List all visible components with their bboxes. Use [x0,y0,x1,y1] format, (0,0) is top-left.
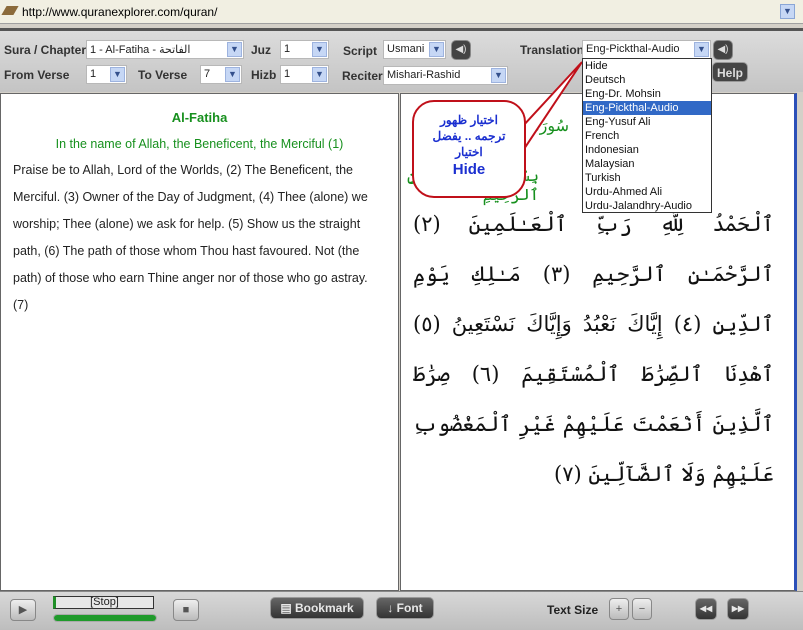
callout-hide: Hide [452,161,486,178]
arabic-text: ٱلْحَمْدُ لِلَّهِ رَبِّ ٱلْعَـٰلَمِينَ (… [413,212,774,486]
hizb-select[interactable]: 1 ▼ [280,65,329,84]
translation-label: Translation [520,43,585,57]
address-bar[interactable]: http://www.quranexplorer.com/quran/ ▼ [0,0,803,24]
menu-item[interactable]: Eng-Dr. Mohsin [583,87,711,101]
playback-status: [Stop] [53,596,154,609]
text-size-label: Text Size [547,603,599,617]
stop-icon[interactable]: ■ [173,599,199,621]
script-select[interactable]: Usmani ▼ [383,40,446,59]
address-dropdown-button[interactable]: ▼ [780,4,795,19]
translation-dropdown-menu[interactable]: Hide Deutsch Eng-Dr. Mohsin Eng-Pickthal-Au… [582,58,712,213]
reciter-value: Mishari-Rashid [387,69,461,81]
from-verse-value: 1 [90,68,97,80]
to-verse-value: 7 [204,68,211,80]
hizb-value: 1 [284,68,291,80]
play-icon[interactable]: ▶ [10,599,36,621]
menu-item[interactable]: French [583,129,711,143]
download-arrow-icon: ↓ [387,601,397,615]
speaker-icon[interactable]: ◀) [451,40,471,60]
progress-slider[interactable] [53,614,157,622]
bookmark-icon: ▤ [280,601,295,615]
menu-item[interactable]: Indonesian [583,143,711,157]
menu-item[interactable]: Eng-Yusuf Ali [583,115,711,129]
hizb-label: Hizb [251,68,277,82]
menu-item[interactable]: Deutsch [583,73,711,87]
font-label: Font [396,601,423,615]
menu-item[interactable]: Urdu-Ahmed Ali [583,185,711,199]
bookmark-button[interactable]: ▤ Bookmark [270,597,364,619]
juz-select[interactable]: 1 ▼ [280,40,329,59]
sura-select[interactable]: 1 - Al-Fatiha - الفاتحة ▼ [86,40,244,59]
chevron-down-icon[interactable]: ▼ [312,67,327,82]
menu-item[interactable]: Malaysian [583,157,711,171]
bismillah-translation: In the name of Allah, the Beneficent, th… [55,137,344,151]
juz-label: Juz [251,43,272,57]
chevron-down-icon[interactable]: ▼ [110,67,125,82]
from-verse-label: From Verse [4,68,70,82]
sura-label: Sura / Chapter [4,43,87,57]
menu-item[interactable]: Urdu-Jalandhry-Audio [583,199,711,213]
previous-icon[interactable]: ◀◀ [695,598,717,620]
translation-value: Eng-Pickthal-Audio [586,43,680,55]
menu-item[interactable]: Eng-Pickthal-Audio [583,101,711,115]
callout-line: ترجمه .. يفضل [432,129,506,143]
player-bar: ▶ [Stop] ■ ▤ Bookmark ↓ Font Text Size +… [0,591,803,630]
script-value: Usmani [387,43,425,55]
next-icon[interactable]: ▶▶ [727,598,749,620]
reciter-label: Reciter [342,69,383,83]
menu-item[interactable]: Hide [583,59,711,73]
help-button[interactable]: Help [712,62,748,82]
callout-line: اختيار ظهور [440,113,498,127]
to-verse-label: To Verse [138,68,188,82]
chevron-down-icon[interactable]: ▼ [227,42,242,57]
script-label: Script [343,44,378,58]
sura-title: Al-Fatiha [171,110,228,125]
chevron-down-icon[interactable]: ▼ [429,42,444,57]
chevron-down-icon[interactable]: ▼ [225,67,240,82]
reciter-select[interactable]: Mishari-Rashid ▼ [383,66,508,85]
juz-value: 1 [284,43,291,55]
callout-line: اختيار [455,145,483,159]
from-verse-select[interactable]: 1 ▼ [86,65,127,84]
to-verse-select[interactable]: 7 ▼ [200,65,242,84]
translation-select[interactable]: Eng-Pickthal-Audio ▼ [582,40,711,59]
menu-item[interactable]: Turkish [583,171,711,185]
zoom-in-icon[interactable]: + [609,598,629,620]
page-icon [1,6,19,15]
translation-speaker-icon[interactable]: ◀) [713,40,733,60]
sura-value: 1 - Al-Fatiha - الفاتحة [90,44,191,56]
zoom-out-icon[interactable]: − [632,598,652,620]
font-button[interactable]: ↓ Font [376,597,434,619]
translation-pane: Al-Fatiha In the name of Allah, the Bene… [0,93,399,591]
progress-fill [54,615,156,621]
annotation-callout: اختيار ظهور ترجمه .. يفضل اختيار Hide [412,100,526,198]
url-text[interactable]: http://www.quranexplorer.com/quran/ [22,5,217,19]
translation-text: Praise be to Allah, Lord of the Worlds, … [13,163,368,312]
chevron-down-icon[interactable]: ▼ [312,42,327,57]
chevron-down-icon[interactable]: ▼ [694,42,709,57]
bookmark-label: Bookmark [294,601,354,615]
